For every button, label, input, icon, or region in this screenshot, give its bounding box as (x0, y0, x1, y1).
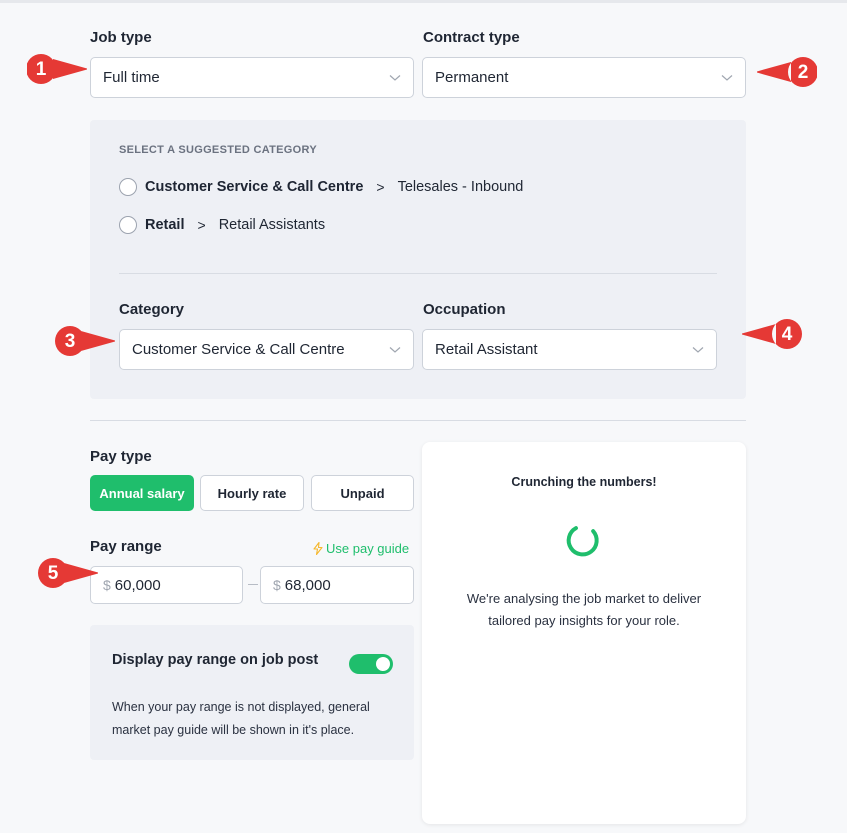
callout-marker-4: 4 (742, 319, 802, 349)
display-pay-range-description: When your pay range is not displayed, ge… (112, 700, 370, 737)
contract-type-label: Contract type (423, 29, 520, 46)
callout-marker-2: 2 (757, 57, 817, 87)
chevron-right-icon: > (376, 179, 385, 195)
currency-symbol: $ (273, 577, 281, 593)
pay-min-value: 60,000 (114, 576, 161, 594)
suggested-category-name: Customer Service & Call Centre (145, 179, 364, 195)
occupation-value: Retail Assistant (435, 341, 538, 358)
pay-type-hourly-button[interactable]: Hourly rate (200, 475, 304, 511)
job-type-label: Job type (90, 29, 152, 46)
insights-title: Crunching the numbers! (511, 475, 657, 489)
callout-marker-3: 3 (55, 326, 115, 356)
pay-max-input[interactable]: $ 68,000 (260, 566, 414, 604)
pay-type-label: Pay type (90, 448, 152, 465)
category-select[interactable]: Customer Service & Call Centre (119, 329, 414, 370)
contract-type-value: Permanent (435, 69, 509, 86)
chevron-right-icon: > (197, 217, 206, 233)
use-pay-guide-text: Use pay guide (326, 541, 410, 556)
chevron-down-icon (389, 346, 401, 353)
chevron-down-icon (692, 346, 704, 353)
chevron-down-icon (721, 74, 733, 81)
use-pay-guide-link[interactable]: Use pay guide (313, 541, 409, 556)
svg-text:2: 2 (798, 62, 809, 83)
category-label: Category (119, 301, 185, 318)
toggle-knob (376, 657, 390, 671)
range-dash (248, 584, 258, 585)
display-pay-range-title: Display pay range on job post (112, 652, 319, 668)
job-type-value: Full time (103, 69, 160, 86)
loading-spinner-icon (566, 526, 599, 557)
display-pay-range-toggle[interactable] (349, 654, 393, 674)
radio-button[interactable] (119, 178, 137, 196)
pay-min-input[interactable]: $ 60,000 (90, 566, 243, 604)
suggested-category-name: Retail (145, 217, 185, 233)
suggested-option-2[interactable]: Retail > Retail Assistants (119, 216, 325, 234)
callout-marker-1: 1 (27, 54, 87, 84)
suggested-option-1[interactable]: Customer Service & Call Centre > Telesal… (119, 178, 523, 196)
pay-insights-card (422, 442, 746, 824)
panel-divider (119, 273, 717, 274)
svg-text:1: 1 (36, 59, 47, 80)
svg-text:3: 3 (65, 331, 76, 352)
insights-description: We're analysing the job market to delive… (466, 591, 702, 628)
svg-text:5: 5 (48, 563, 59, 584)
pay-type-unpaid-button[interactable]: Unpaid (311, 475, 414, 511)
callout-marker-5: 5 (38, 558, 98, 588)
suggested-occupation-name: Retail Assistants (218, 217, 326, 233)
chevron-down-icon (389, 74, 401, 81)
occupation-label: Occupation (423, 301, 506, 318)
top-border (0, 0, 847, 3)
job-type-select[interactable]: Full time (90, 57, 414, 98)
lightning-icon (313, 542, 323, 555)
section-divider (90, 420, 746, 421)
currency-symbol: $ (103, 577, 111, 593)
svg-text:4: 4 (782, 324, 793, 345)
category-value: Customer Service & Call Centre (132, 341, 345, 358)
pay-range-label: Pay range (90, 538, 162, 555)
suggested-category-heading: SELECT A SUGGESTED CATEGORY (119, 144, 317, 156)
occupation-select[interactable]: Retail Assistant (422, 329, 717, 370)
suggested-occupation-name: Telesales - Inbound (397, 179, 524, 195)
radio-button[interactable] (119, 216, 137, 234)
pay-type-annual-button[interactable]: Annual salary (90, 475, 194, 511)
pay-max-value: 68,000 (284, 576, 331, 594)
contract-type-select[interactable]: Permanent (422, 57, 746, 98)
